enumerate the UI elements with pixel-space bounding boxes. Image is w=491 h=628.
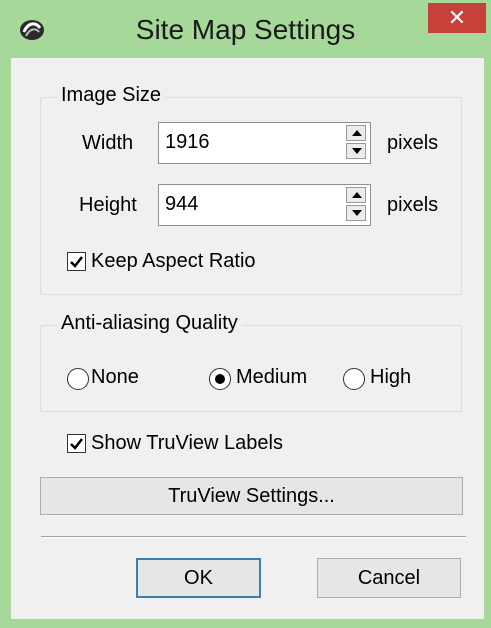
ok-label: OK bbox=[184, 566, 213, 589]
antialias-group-label: Anti-aliasing Quality bbox=[57, 312, 242, 335]
checkmark-icon bbox=[70, 438, 83, 450]
height-label: Height bbox=[79, 194, 137, 216]
dialog-client-area: Image Size Width 1916 pixels Height 944 … bbox=[11, 58, 484, 619]
window-title: Site Map Settings bbox=[135, 14, 356, 45]
height-stepper[interactable]: 944 bbox=[158, 184, 371, 226]
truview-settings-button[interactable]: TruView Settings... bbox=[40, 477, 463, 515]
radio-high[interactable] bbox=[343, 368, 365, 390]
width-increment-button[interactable] bbox=[346, 125, 366, 141]
width-input[interactable]: 1916 bbox=[165, 131, 210, 154]
antialias-group: Anti-aliasing Quality None Medium High bbox=[40, 312, 462, 412]
cancel-label: Cancel bbox=[357, 566, 421, 589]
cancel-button[interactable]: Cancel bbox=[317, 558, 461, 598]
arrow-down-icon bbox=[352, 210, 362, 216]
close-button[interactable]: ✕ bbox=[428, 3, 486, 33]
height-decrement-button[interactable] bbox=[346, 205, 366, 221]
dialog-window: Site Map Settings ✕ Image Size Width 191… bbox=[0, 0, 491, 628]
separator bbox=[41, 536, 466, 538]
height-spin-buttons bbox=[346, 187, 368, 221]
image-size-group: Image Size Width 1916 pixels Height 944 … bbox=[40, 84, 462, 295]
radio-none-label[interactable]: None bbox=[91, 366, 139, 389]
radio-none[interactable] bbox=[67, 368, 89, 390]
close-icon: ✕ bbox=[447, 5, 467, 30]
show-truview-labels-label[interactable]: Show TruView Labels bbox=[91, 432, 283, 455]
title-bar[interactable]: Site Map Settings ✕ bbox=[0, 0, 491, 58]
height-increment-button[interactable] bbox=[346, 187, 366, 203]
arrow-up-icon bbox=[352, 192, 362, 198]
arrow-up-icon bbox=[352, 130, 362, 136]
image-size-group-label: Image Size bbox=[57, 84, 166, 107]
radio-high-label[interactable]: High bbox=[370, 366, 411, 389]
width-unit: pixels bbox=[387, 132, 439, 154]
radio-medium[interactable] bbox=[209, 368, 231, 390]
width-spin-buttons bbox=[346, 125, 368, 159]
checkmark-icon bbox=[70, 256, 83, 268]
width-label: Width bbox=[82, 132, 134, 154]
width-decrement-button[interactable] bbox=[346, 143, 366, 159]
keep-aspect-checkbox[interactable] bbox=[67, 252, 86, 271]
keep-aspect-label[interactable]: Keep Aspect Ratio bbox=[91, 250, 256, 273]
arrow-down-icon bbox=[352, 148, 362, 154]
ok-button[interactable]: OK bbox=[136, 558, 261, 598]
width-stepper[interactable]: 1916 bbox=[158, 122, 371, 164]
truview-settings-label: TruView Settings... bbox=[168, 484, 335, 507]
height-unit: pixels bbox=[387, 194, 439, 216]
radio-selected-dot bbox=[215, 374, 225, 384]
show-truview-labels-checkbox[interactable] bbox=[67, 434, 86, 453]
height-input[interactable]: 944 bbox=[165, 193, 198, 216]
radio-medium-label[interactable]: Medium bbox=[236, 366, 307, 389]
